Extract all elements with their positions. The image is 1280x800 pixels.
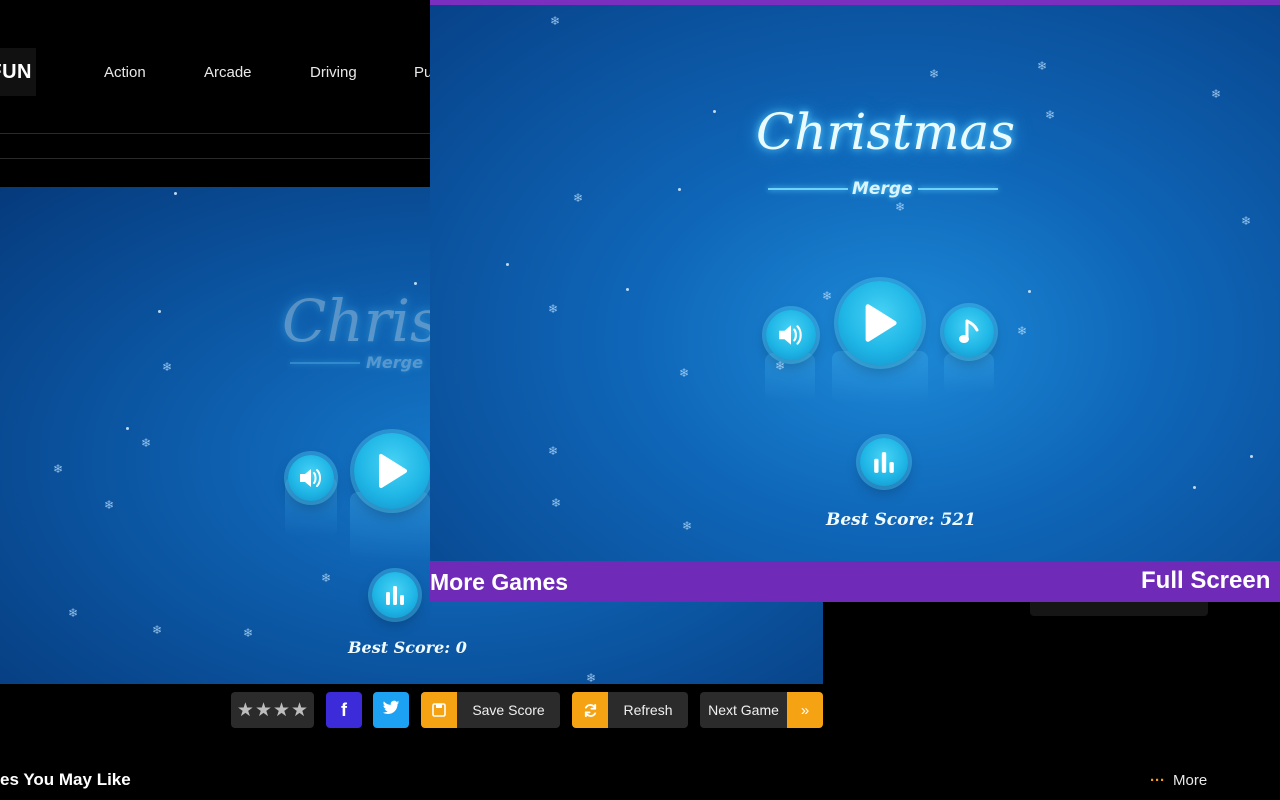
snow-dot [126,427,129,430]
snowflake-icon: ❄ [573,191,584,205]
rating-stars[interactable]: ★ ★ ★ ★ [231,692,314,728]
snow-dot [1250,455,1253,458]
snowflake-icon: ❄ [550,14,561,28]
play-button[interactable] [838,281,922,365]
sound-icon [777,323,805,347]
leaderboard-button[interactable] [372,572,418,618]
screen: FUN Action Arcade Driving Pu Christm Mer… [0,0,1280,800]
more-label: More [1173,772,1208,789]
snowflake-icon: ❄ [1045,108,1056,122]
sound-button[interactable] [288,455,334,501]
leaderboard-icon [384,584,406,606]
snowflake-icon: ❄ [682,519,693,533]
best-score: Best Score: 0 [348,638,467,657]
snowflake-icon: ❄ [548,444,559,458]
facebook-icon: f [341,699,347,720]
snow-dot [506,263,509,266]
refresh-button[interactable]: Refresh [572,692,688,728]
snowflake-icon: ❄ [53,462,64,476]
snow-dot [158,310,161,313]
nav-item-action[interactable]: Action [104,64,146,81]
divider [0,133,430,134]
game-subtitle: Merge [366,353,423,372]
save-icon [421,692,457,728]
game-window-foreground: Christmas Merge Best Score: 521 ❄ ❄ ❄ ❄ … [430,0,1280,602]
snow-dot [678,188,681,191]
twitter-share-button[interactable] [373,692,409,728]
snowflake-icon: ❄ [1037,59,1048,73]
snow-dot [713,110,716,113]
snowflake-icon: ❄ [141,436,152,450]
play-icon [375,452,409,490]
snow-dot [1193,486,1196,489]
snowflake-icon: ❄ [679,366,690,380]
sound-button[interactable] [766,310,816,360]
game-bottom-bar: More Games Full Screen [430,561,1280,602]
snowflake-icon: ❄ [1241,214,1252,228]
star-icon[interactable]: ★ [291,699,308,722]
title-decoration [290,362,360,364]
play-button[interactable] [354,433,430,509]
double-chevron-right-icon: » [787,692,823,728]
snowflake-icon: ❄ [321,571,332,585]
next-game-label: Next Game [708,702,779,718]
snowflake-icon: ❄ [822,289,833,303]
full-screen-button[interactable]: Full Screen [1141,567,1270,595]
snowflake-icon: ❄ [1017,324,1028,338]
snow-dot [626,288,629,291]
hidden-panel-edge [1030,602,1208,616]
nav-item-arcade[interactable]: Arcade [204,64,252,81]
music-icon [958,318,980,346]
snowflake-icon: ❄ [68,606,79,620]
button-glow [765,353,815,401]
sound-icon [298,467,324,489]
game-canvas[interactable]: Christmas Merge Best Score: 521 ❄ ❄ ❄ ❄ … [430,5,1280,561]
game-title: Christmas [756,103,1015,161]
twitter-icon [382,700,400,721]
logo-text: FUN [0,60,32,83]
snow-dot [174,192,177,195]
snowflake-icon: ❄ [162,360,173,374]
nav-item-driving[interactable]: Driving [310,64,357,81]
more-link[interactable]: ··· More [1150,772,1207,789]
snowflake-icon: ❄ [152,623,163,637]
snowflake-icon: ❄ [243,626,254,640]
star-icon[interactable]: ★ [237,699,254,722]
facebook-share-button[interactable]: f [326,692,362,728]
save-score-label: Save Score [472,702,545,718]
refresh-icon [572,692,608,728]
leaderboard-icon [872,450,896,474]
best-score: Best Score: 521 [826,510,976,530]
snowflake-icon: ❄ [929,67,940,81]
snow-dot [1028,290,1031,293]
game-subtitle: Merge [852,179,913,199]
snowflake-icon: ❄ [586,671,597,684]
title-decoration [918,188,998,190]
section-title-games-you-may-like: es You May Like [0,770,131,789]
button-glow [944,353,994,393]
snowflake-icon: ❄ [548,302,559,316]
snowflake-icon: ❄ [775,359,786,373]
snowflake-icon: ❄ [1211,87,1222,101]
play-icon [861,302,899,344]
site-logo[interactable]: FUN [0,48,36,96]
music-button[interactable] [944,307,994,357]
snowflake-icon: ❄ [104,498,115,512]
leaderboard-button[interactable] [860,438,908,486]
next-game-button[interactable]: Next Game » [700,692,823,728]
more-games-link[interactable]: More Games [430,569,568,596]
snowflake-icon: ❄ [551,496,562,510]
title-decoration [768,188,848,190]
star-icon[interactable]: ★ [273,699,290,722]
snow-dot [414,282,417,285]
save-score-button[interactable]: Save Score [421,692,560,728]
divider [0,158,430,159]
snowflake-icon: ❄ [895,200,906,214]
star-icon[interactable]: ★ [255,699,272,722]
refresh-label: Refresh [623,702,673,718]
more-dots-icon: ··· [1150,772,1165,789]
